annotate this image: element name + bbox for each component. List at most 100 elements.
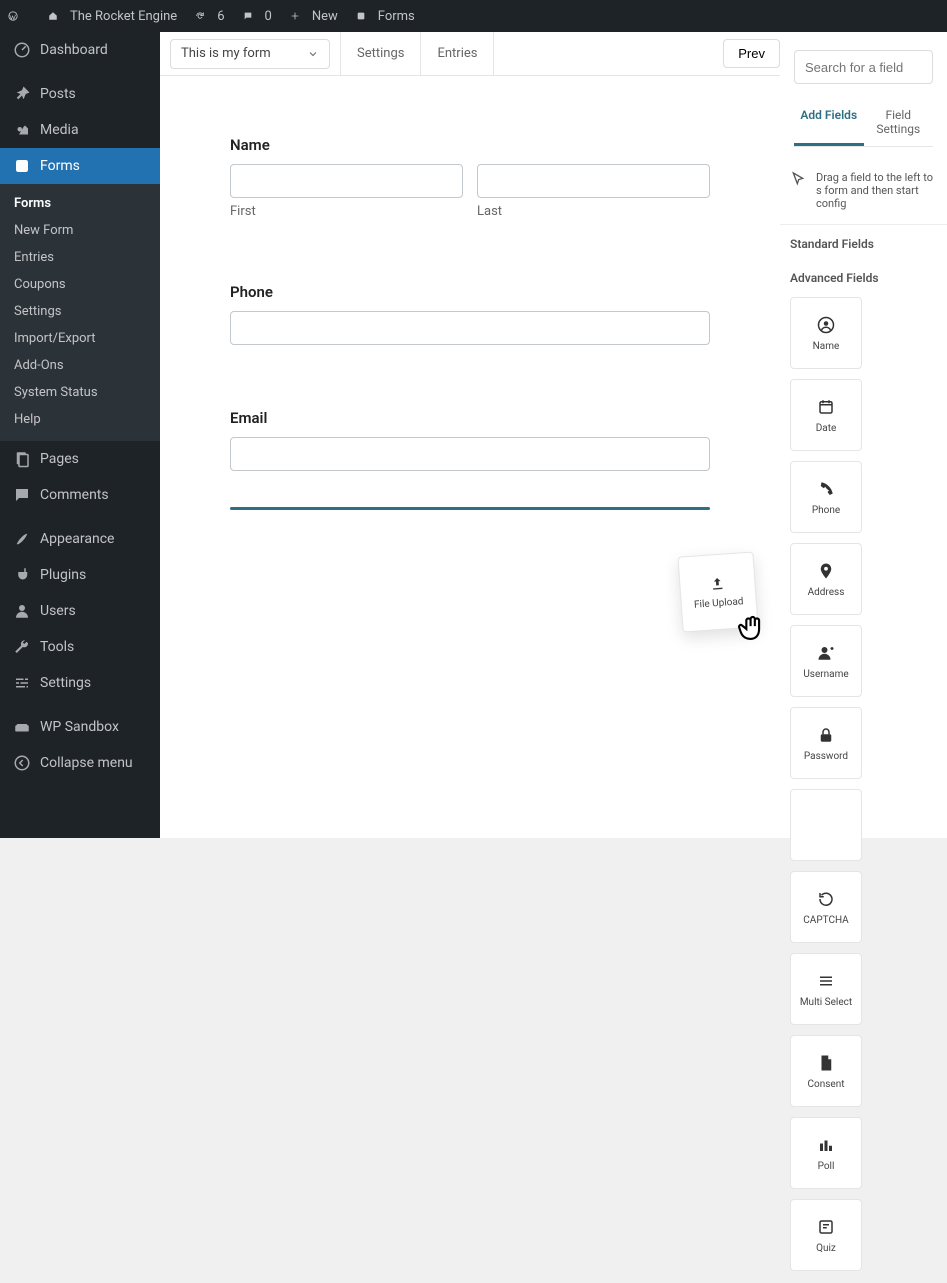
submenu-entries[interactable]: Entries	[0, 244, 160, 271]
new-content[interactable]: New	[290, 8, 338, 24]
sidebar-item-label: Collapse menu	[40, 755, 133, 771]
form-selector[interactable]: This is my form	[170, 39, 330, 69]
cursor-icon	[790, 171, 806, 187]
tile-empty[interactable]	[790, 789, 862, 861]
sidebar-item-label: Appearance	[40, 531, 114, 547]
sidebar-item-media[interactable]: Media	[0, 112, 160, 148]
submenu-import-export[interactable]: Import/Export	[0, 325, 160, 352]
context-forms[interactable]: Forms	[356, 8, 415, 24]
preview-button[interactable]: Prev	[723, 39, 780, 68]
tile-date[interactable]: Date	[790, 379, 862, 451]
tile-label: Date	[816, 423, 837, 434]
submenu-settings[interactable]: Settings	[0, 298, 160, 325]
sidebar-item-plugins[interactable]: Plugins	[0, 557, 160, 593]
sidebar-item-label: Plugins	[40, 567, 86, 583]
form-canvas[interactable]: Name First Last Phone	[160, 76, 780, 550]
form-editor: This is my form Settings Entries Prev Na…	[160, 32, 780, 838]
email-input[interactable]	[230, 437, 710, 471]
admin-bar: The Rocket Engine 6 0 New Forms	[0, 0, 947, 32]
comments[interactable]: 0	[243, 8, 272, 24]
tile-label: Address	[808, 587, 845, 598]
list-icon	[817, 971, 835, 991]
drag-cursor-icon	[735, 612, 769, 646]
submenu-help[interactable]: Help	[0, 406, 160, 433]
tile-username[interactable]: Username	[790, 625, 862, 697]
tile-label: CAPTCHA	[803, 915, 848, 926]
sidebar-item-tools[interactable]: Tools	[0, 629, 160, 665]
submenu-system-status[interactable]: System Status	[0, 379, 160, 406]
phone-input[interactable]	[230, 311, 710, 345]
panel-tabs: Add Fields Field Settings	[794, 98, 933, 147]
tile-name[interactable]: Name	[790, 297, 862, 369]
updates[interactable]: 6	[195, 8, 224, 24]
captcha-icon	[817, 889, 835, 909]
section-standard[interactable]: Standard Fields	[780, 225, 947, 251]
comment-icon	[243, 8, 259, 24]
submenu-forms[interactable]: Forms	[0, 190, 160, 217]
quiz-icon	[817, 1217, 835, 1237]
tile-consent[interactable]: Consent	[790, 1035, 862, 1107]
context-label: Forms	[378, 9, 415, 24]
tile-label: Consent	[808, 1079, 845, 1090]
sidebar-item-posts[interactable]: Posts	[0, 76, 160, 112]
phone-icon	[817, 479, 835, 499]
tab-add-fields[interactable]: Add Fields	[794, 98, 864, 146]
comments-count: 0	[265, 9, 272, 24]
tile-password[interactable]: Password	[790, 707, 862, 779]
first-sublabel: First	[230, 204, 463, 219]
tab-field-settings[interactable]: Field Settings	[864, 98, 934, 146]
wordpress-icon	[8, 8, 24, 24]
tile-label: Poll	[818, 1161, 835, 1172]
field-label: Email	[230, 409, 710, 427]
tile-quiz[interactable]: Quiz	[790, 1199, 862, 1271]
tile-phone[interactable]: Phone	[790, 461, 862, 533]
submenu-coupons[interactable]: Coupons	[0, 271, 160, 298]
form-selector-label: This is my form	[181, 46, 271, 61]
submenu-addons[interactable]: Add-Ons	[0, 352, 160, 379]
editor-tabs: Settings Entries	[340, 32, 494, 75]
sidebar-item-pages[interactable]: Pages	[0, 441, 160, 477]
sandbox-icon	[12, 717, 32, 737]
sidebar-item-comments[interactable]: Comments	[0, 477, 160, 513]
sidebar-item-settings[interactable]: Settings	[0, 665, 160, 701]
field-email[interactable]: Email	[230, 409, 710, 471]
media-icon	[12, 120, 32, 140]
tile-poll[interactable]: Poll	[790, 1117, 862, 1189]
chevron-down-icon	[307, 48, 319, 60]
main-area: This is my form Settings Entries Prev Na…	[160, 32, 947, 838]
calendar-icon	[817, 397, 835, 417]
submenu-new-form[interactable]: New Form	[0, 217, 160, 244]
field-label: Name	[230, 136, 710, 154]
sidebar-item-label: Forms	[40, 158, 80, 174]
drag-tile-label: File Upload	[694, 596, 744, 610]
sidebar-item-label: Users	[40, 603, 76, 619]
first-name-input[interactable]	[230, 164, 463, 198]
sidebar-item-users[interactable]: Users	[0, 593, 160, 629]
section-advanced[interactable]: Advanced Fields	[780, 251, 947, 285]
admin-sidebar: Dashboard Posts Media Forms Forms New Fo…	[0, 32, 160, 838]
sidebar-collapse[interactable]: Collapse menu	[0, 745, 160, 781]
sidebar-item-appearance[interactable]: Appearance	[0, 521, 160, 557]
sidebar-item-wpsandbox[interactable]: WP Sandbox	[0, 709, 160, 745]
tile-label: Name	[813, 341, 840, 352]
tile-label: Phone	[812, 505, 840, 516]
tile-multiselect[interactable]: Multi Select	[790, 953, 862, 1025]
tab-settings[interactable]: Settings	[341, 32, 421, 75]
sidebar-item-dashboard[interactable]: Dashboard	[0, 32, 160, 68]
last-name-input[interactable]	[477, 164, 710, 198]
tab-entries[interactable]: Entries	[421, 32, 494, 75]
site-name[interactable]: The Rocket Engine	[48, 8, 177, 24]
wp-logo[interactable]	[8, 8, 30, 24]
user-plus-icon	[817, 643, 835, 663]
field-phone[interactable]: Phone	[230, 283, 710, 345]
advanced-fields-grid: Name Date Phone Address Username	[780, 285, 947, 1283]
field-search-input[interactable]	[794, 50, 933, 84]
brush-icon	[12, 529, 32, 549]
field-name[interactable]: Name First Last	[230, 136, 710, 219]
tile-address[interactable]: Address	[790, 543, 862, 615]
location-icon	[817, 561, 835, 581]
sidebar-item-forms[interactable]: Forms	[0, 148, 160, 184]
sidebar-item-label: Posts	[40, 86, 76, 102]
tile-captcha[interactable]: CAPTCHA	[790, 871, 862, 943]
tile-label: Username	[803, 669, 848, 680]
